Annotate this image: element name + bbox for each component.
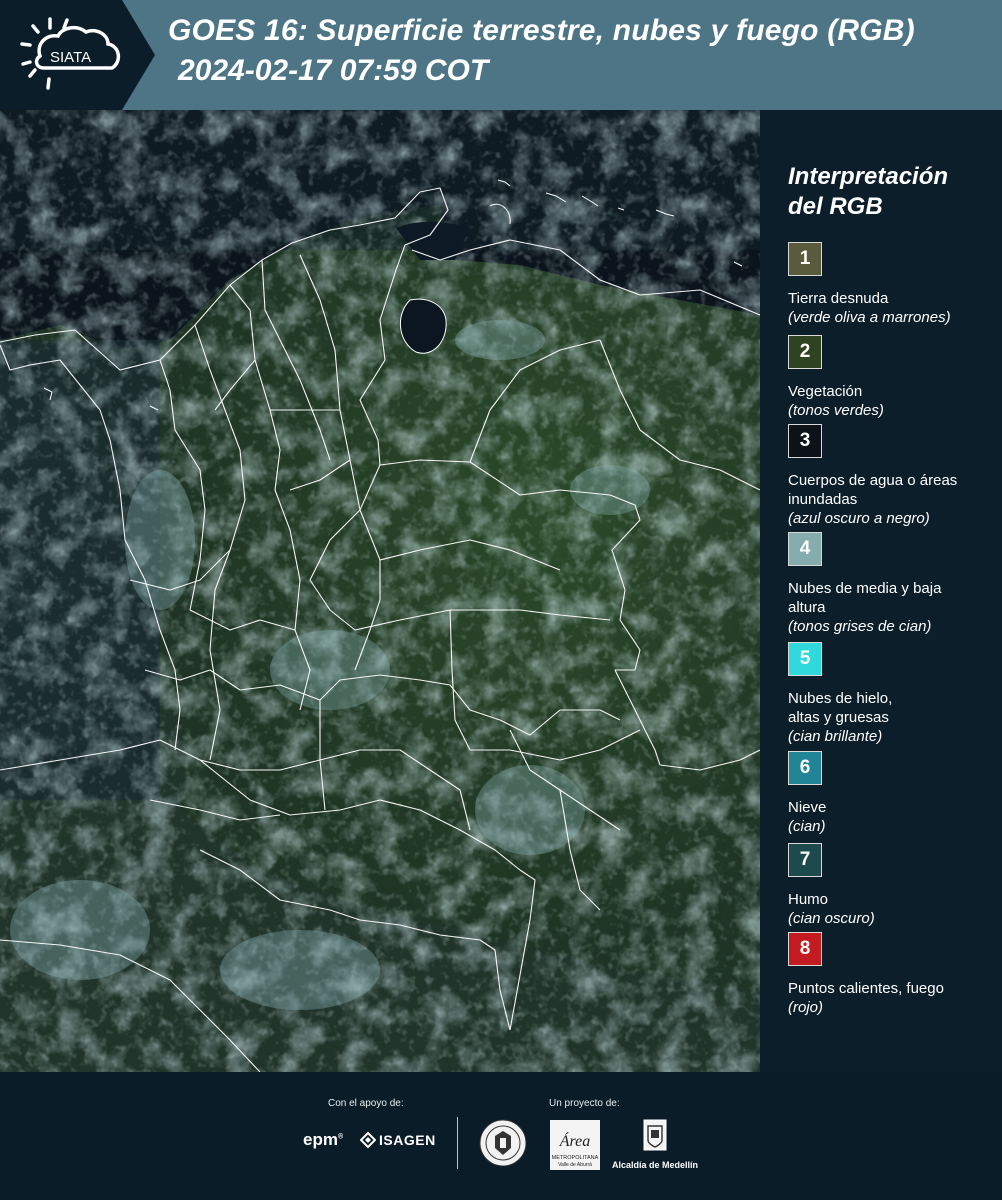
legend-swatch: 8 [788,932,822,966]
project-label: Un proyecto de: [549,1098,620,1109]
legend-swatch: 2 [788,335,822,369]
support-label: Con el apoyo de: [328,1098,404,1109]
footer-divider [457,1117,458,1169]
alcaldia-shield-icon [640,1118,670,1163]
area-sub1: METROPOLITANA [552,1155,599,1161]
legend-title: Interpretación del RGB [788,163,949,220]
legend-item-smoke: 7 Humo (cian oscuro) [788,843,998,928]
legend-item-hotspots: 8 Puntos calientes, fuego (rojo) [788,932,998,1017]
legend-note: (rojo) [788,999,824,1016]
legend-label: Puntos calientes, fuego [788,980,944,997]
isagen-icon [360,1132,376,1148]
legend-swatch: 5 [788,642,822,676]
area-text: Área [559,1131,591,1150]
map-timestamp: 2024-02-17 07:59 COT [178,54,489,87]
legend-label: Nubes de hielo, altas y gruesas [788,690,893,726]
header-banner: SIATA GOES 16: Superficie terrestre, nub… [0,0,1002,110]
legend-label: Cuerpos de agua o áreas inundadas [788,472,958,508]
legend-item-water: 3 Cuerpos de agua o áreas inundadas (azu… [788,424,998,528]
siata-logo: SIATA [0,0,155,110]
epm-logo: epm® [303,1130,344,1149]
legend-item-ice-clouds: 5 Nubes de hielo, altas y gruesas (cian … [788,642,998,746]
legend-item-mid-low-clouds: 4 Nubes de media y baja altura (tonos gr… [788,532,998,636]
alcaldia-text: Alcaldía de Medellín [612,1160,699,1170]
legend-note: (cian brillante) [788,728,883,745]
area-sub2: Valle de Aburrá [558,1162,592,1168]
legend-note: (tonos verdes) [788,402,884,419]
legend-swatch: 6 [788,751,822,785]
legend-note: (cian oscuro) [788,910,875,927]
epm-text: epm [303,1130,338,1149]
legend-note: (verde oliva a marrones) [788,309,951,326]
map-title: GOES 16: Superficie terrestre, nubes y f… [168,14,915,47]
legend-item-vegetation: 2 Vegetación (tonos verdes) [788,335,998,420]
legend-note: (tonos grises de cian) [788,618,932,635]
legend-label: Nubes de media y baja altura [788,580,942,616]
satellite-map [0,110,760,1072]
legend-item-snow: 6 Nieve (cian) [788,751,998,836]
legend-label: Vegetación [788,383,863,400]
legend-note: (cian) [788,818,826,835]
area-metropolitana-logo: Área METROPOLITANA Valle de Aburrá [550,1120,600,1170]
legend-swatch: 1 [788,242,822,276]
legend-label: Tierra desnuda [788,290,889,307]
legend-swatch: 7 [788,843,822,877]
legend-item-bare-land: 1 Tierra desnuda (verde oliva a marrones… [788,242,998,327]
isagen-logo: ISAGEN [360,1132,436,1148]
legend-note: (azul oscuro a negro) [788,510,930,527]
legend-label: Humo [788,891,829,908]
legend-swatch: 4 [788,532,822,566]
legend-swatch: 3 [788,424,822,458]
legend-label: Nieve [788,799,827,816]
university-seal-icon [478,1118,528,1173]
logo-text: SIATA [50,49,91,66]
isagen-text: ISAGEN [379,1132,436,1148]
rgb-legend-panel: Interpretación del RGB 1 Tierra desnuda … [760,110,1002,1072]
sponsors-footer: Con el apoyo de: Un proyecto de: epm® IS… [0,1072,1002,1200]
